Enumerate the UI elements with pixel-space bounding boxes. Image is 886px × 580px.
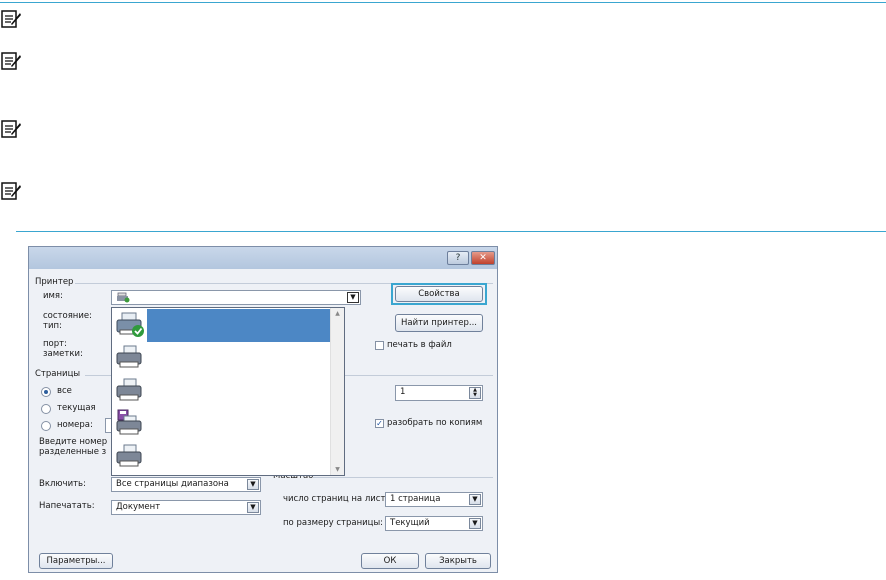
printer-name-select[interactable]: ▼ [111, 290, 361, 305]
top-rule [0, 2, 886, 3]
printer-option-icon-cell [113, 309, 147, 342]
printer-option[interactable] [113, 309, 331, 342]
include-label: Включить: [39, 479, 86, 489]
print-what-select[interactable]: Документ ▼ [111, 500, 261, 515]
printer-icon [116, 444, 142, 467]
section-rule [16, 231, 886, 232]
pages-per-sheet-label: число страниц на листе: [283, 494, 394, 504]
pages-per-sheet-select[interactable]: 1 страница ▼ [385, 492, 483, 507]
close-window-button[interactable]: ✕ [471, 251, 495, 265]
scale-value: Текущий [390, 518, 430, 528]
ok-button[interactable]: ОК [361, 553, 419, 569]
scale-select[interactable]: Текущий ▼ [385, 516, 483, 531]
chevron-down-icon[interactable]: ▼ [469, 518, 481, 529]
scroll-up-icon[interactable]: ▲ [331, 310, 344, 317]
printer-option[interactable] [113, 408, 331, 441]
scale-label: по размеру страницы: [283, 518, 384, 528]
collate-label: разобрать по копиям [387, 418, 483, 428]
printer-option[interactable] [113, 441, 331, 474]
printer-group-label: Принтер [35, 277, 74, 287]
printer-option-icon-cell [113, 441, 147, 474]
printer-name-label: имя: [43, 291, 63, 301]
printer-icon [116, 378, 142, 401]
dialog-titlebar: ? ✕ [29, 247, 497, 269]
print-what-value: Документ [116, 502, 161, 512]
include-value: Все страницы диапазона [116, 479, 229, 489]
fax-printer-icon [116, 409, 142, 435]
copies-count-input[interactable]: 1 ▲ ▼ [395, 385, 483, 401]
pages-numbers-radio[interactable] [41, 421, 51, 431]
pages-hint-line2: разделенные з [39, 447, 107, 457]
type-label: тип: [43, 321, 62, 331]
zoom-group-divider [313, 477, 493, 478]
properties-button[interactable]: Свойства [395, 286, 483, 302]
print-to-file-checkbox[interactable] [375, 341, 384, 350]
include-select[interactable]: Все страницы диапазона ▼ [111, 477, 261, 492]
chevron-down-icon[interactable]: ▼ [347, 292, 359, 303]
note-icon [1, 52, 21, 70]
print-to-file-label: печать в файл [387, 340, 452, 350]
printer-option[interactable] [113, 342, 331, 375]
copies-count-value: 1 [400, 387, 406, 397]
pages-current-radio[interactable] [41, 404, 51, 414]
pages-all-radio[interactable] [41, 387, 51, 397]
close-button[interactable]: Закрыть [425, 553, 491, 569]
printer-dropdown-list: ▲ ▼ [111, 307, 345, 476]
print-dialog: ? ✕ Принтер имя: ▼ Свойства состояние: т… [28, 246, 498, 573]
chevron-down-icon[interactable]: ▼ [247, 479, 259, 490]
copies-spinner-icon[interactable]: ▲ ▼ [469, 387, 481, 399]
print-what-label: Напечатать: [39, 501, 95, 511]
printer-option-icon-cell [113, 408, 147, 441]
pages-numbers-label: номера: [57, 420, 93, 430]
chevron-down-icon[interactable]: ▼ [469, 494, 481, 505]
note-icon [1, 120, 21, 138]
collate-checkbox[interactable]: ✓ [375, 419, 384, 428]
notes-label: заметки: [43, 349, 83, 359]
pages-group-label: Страницы [35, 369, 81, 379]
chevron-down-icon[interactable]: ▼ [247, 502, 259, 513]
options-button[interactable]: Параметры... [39, 553, 113, 569]
help-button[interactable]: ? [447, 251, 469, 265]
pages-per-sheet-value: 1 страница [390, 494, 441, 504]
note-icon [1, 10, 21, 28]
printer-small-icon [117, 292, 130, 303]
pages-current-label: текущая [57, 403, 96, 413]
note-icon [1, 182, 21, 200]
pages-all-label: все [57, 386, 72, 396]
scroll-down-icon[interactable]: ▼ [331, 466, 344, 473]
dropdown-scrollbar[interactable]: ▲ ▼ [330, 308, 344, 475]
find-printer-button[interactable]: Найти принтер... [395, 314, 483, 332]
printer-icon [116, 345, 142, 368]
printer-option-icon-cell [113, 342, 147, 375]
printer-option[interactable] [113, 375, 331, 408]
printer-check-icon [116, 312, 144, 337]
printer-option-icon-cell [113, 375, 147, 408]
